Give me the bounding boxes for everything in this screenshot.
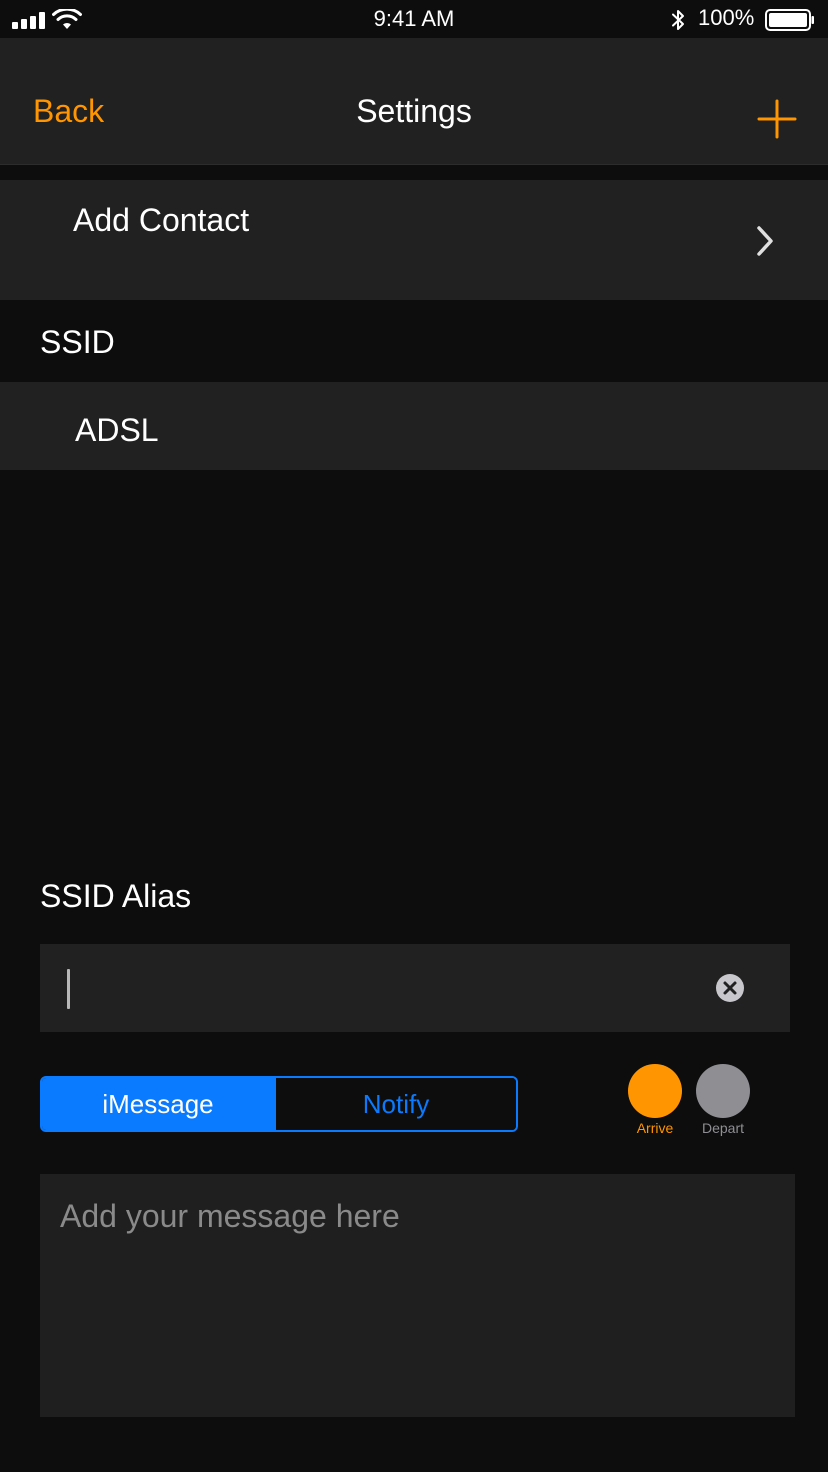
ssid-row[interactable]: ADSL <box>0 382 828 470</box>
ssid-section-header: SSID <box>40 324 115 360</box>
add-contact-row[interactable]: Add Contact <box>0 180 828 300</box>
ssid-alias-field <box>40 944 790 1032</box>
ssid-alias-header: SSID Alias <box>40 878 192 914</box>
battery-percent: 100% <box>698 5 755 30</box>
ssid-alias-input[interactable] <box>40 944 700 1032</box>
depart-toggle[interactable] <box>696 1064 750 1118</box>
message-type-segmented-control: iMessage Notify <box>40 1076 518 1132</box>
battery-icon <box>765 9 814 31</box>
message-textarea[interactable] <box>40 1174 795 1417</box>
ssid-value: ADSL <box>75 412 159 448</box>
add-contact-label: Add Contact <box>73 202 250 238</box>
navigation-bar: Back Settings <box>0 38 828 165</box>
page-title: Settings <box>356 93 472 129</box>
bluetooth-icon <box>672 10 684 30</box>
plus-icon[interactable] <box>756 98 798 140</box>
status-bar: 9:41 AM 100% <box>0 0 828 38</box>
arrive-toggle[interactable] <box>628 1064 682 1118</box>
settings-screen: 9:41 AM 100% Back Settings Add Contact S… <box>0 0 828 1472</box>
segment-imessage[interactable]: iMessage <box>42 1078 276 1130</box>
segment-notify[interactable]: Notify <box>276 1078 516 1130</box>
chevron-right-icon <box>757 226 773 256</box>
text-cursor <box>67 969 70 1009</box>
clear-icon[interactable] <box>716 974 744 1002</box>
depart-label: Depart <box>701 1120 745 1136</box>
